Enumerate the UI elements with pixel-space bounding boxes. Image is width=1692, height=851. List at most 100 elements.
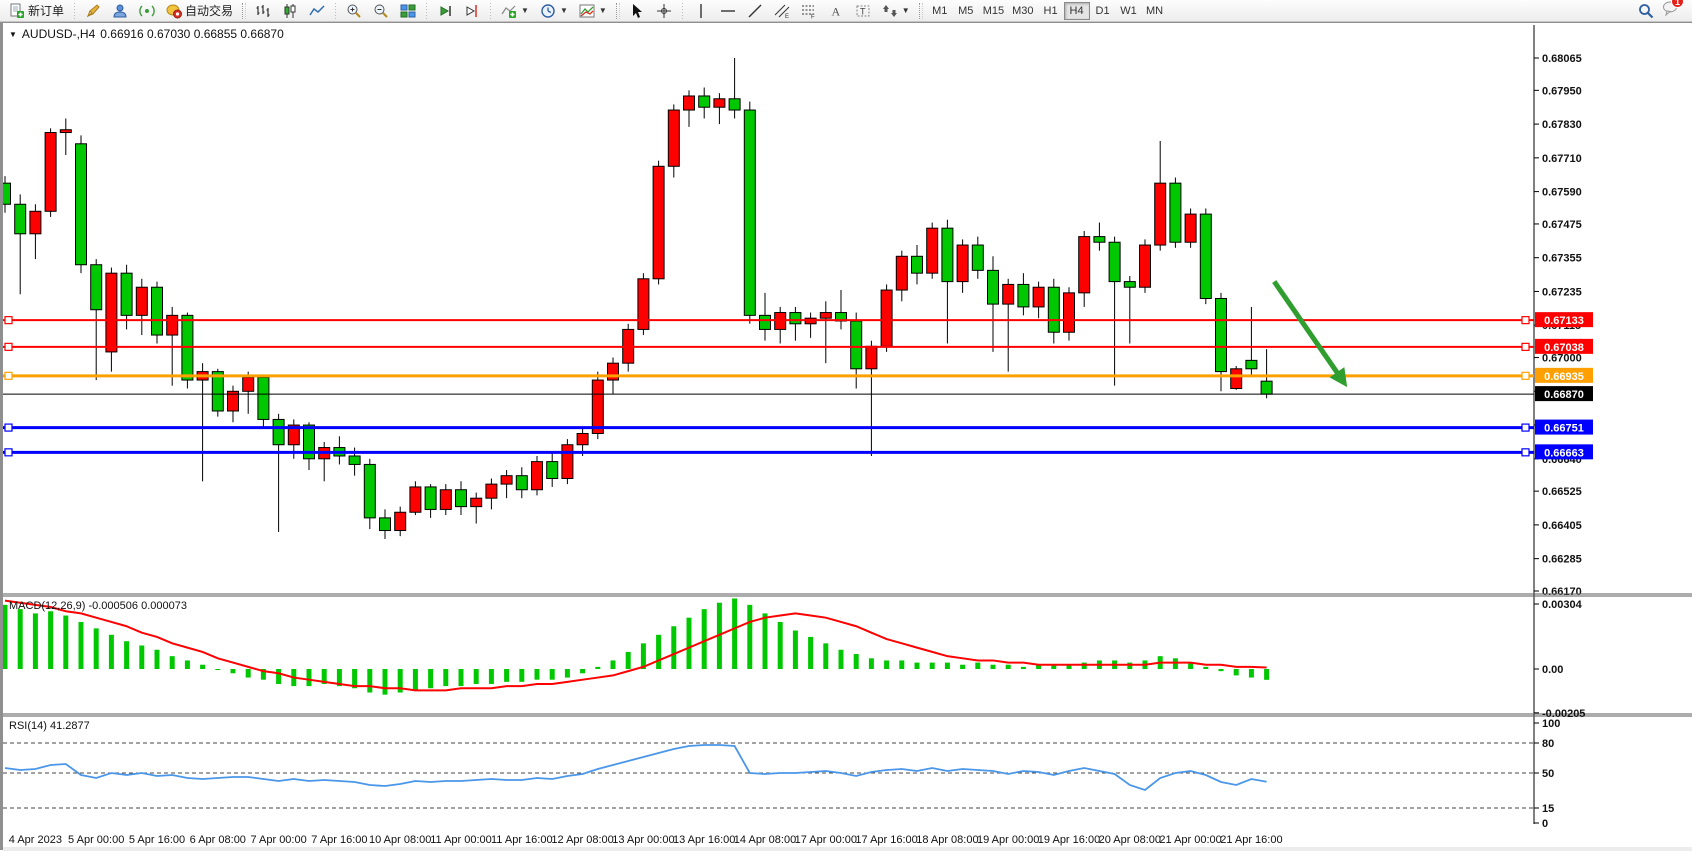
crosshair-tool-button[interactable] [651,1,677,21]
line-handle[interactable] [1522,343,1529,350]
collapse-triangle-icon[interactable]: ▼ [9,30,17,39]
text-icon: A [828,3,844,19]
auto-trading-label: 自动交易 [185,2,233,19]
macd-histogram-bar [383,669,388,695]
candle-bull [927,228,938,273]
candle-bull [577,433,588,444]
price-tick-label: 0.66285 [1542,554,1582,566]
channel-tool-button[interactable]: E [769,1,795,21]
macd-histogram-bar [1219,669,1224,671]
timeframe-M1[interactable]: M1 [927,2,953,20]
window-bottom-strip [3,847,1692,851]
macd-histogram-bar [884,660,889,669]
line-handle[interactable] [1522,424,1529,431]
indicators-button[interactable]: ▼ [496,1,534,21]
line-handle[interactable] [5,424,12,431]
macd-histogram-bar [960,665,965,669]
line-handle[interactable] [5,317,12,324]
chart-shift-button[interactable] [459,1,485,21]
timeframe-M15[interactable]: M15 [979,2,1008,20]
zoom-out-icon [373,3,389,19]
candle-bull [106,273,117,352]
zoom-in-button[interactable] [341,1,367,21]
macd-histogram-bar [945,663,950,669]
time-axis-label: 18 Apr 08:00 [916,834,978,846]
macd-histogram-bar [611,660,616,669]
cursor-tool-button[interactable] [624,1,650,21]
line-handle[interactable] [1522,372,1529,379]
zoom-out-button[interactable] [368,1,394,21]
price-tick-label: 0.67710 [1542,153,1582,165]
toolbar-grip [919,3,923,19]
candle-bull [532,462,543,490]
bar-chart-mode-button[interactable] [250,1,276,21]
search-icon[interactable] [1638,3,1654,19]
auto-scroll-button[interactable] [432,1,458,21]
chart-title: ▼ AUDUSD-,H4 0.66916 0.67030 0.66855 0.6… [9,27,284,41]
candle-bear [364,464,375,517]
timeframe-M5[interactable]: M5 [953,2,979,20]
candle-bear [1018,284,1029,307]
timeframe-H4[interactable]: H4 [1064,2,1090,20]
macd-histogram-bar [565,669,570,678]
new-order-button[interactable]: 新订单 [4,1,69,21]
horizontal-line-tool-button[interactable] [715,1,741,21]
time-axis-label: 11 Apr 16:00 [491,834,553,846]
timeframe-D1[interactable]: D1 [1090,2,1116,20]
price-tick-label: 0.67235 [1542,286,1582,298]
fibonacci-tool-button[interactable]: F [796,1,822,21]
signal-button[interactable] [134,1,160,21]
profile-button[interactable] [107,1,133,21]
candle-bear [1094,237,1105,243]
periods-button[interactable]: ▼ [535,1,573,21]
crayon-tool-button[interactable] [80,1,106,21]
candle-bear [1200,214,1211,298]
toolbar-separator [680,3,685,19]
tile-windows-button[interactable] [395,1,421,21]
line-handle[interactable] [1522,317,1529,324]
radar-signal-icon [139,3,155,19]
line-chart-mode-button[interactable] [304,1,330,21]
templates-button[interactable]: ▼ [574,1,612,21]
price-tick-label: 0.67355 [1542,253,1582,265]
macd-histogram-bar [915,663,920,669]
macd-histogram-bar [808,637,813,669]
arrows-tool-button[interactable]: ▼ [877,1,915,21]
line-handle[interactable] [1522,449,1529,456]
chevron-down-icon: ▼ [902,6,910,15]
timeframe-MN[interactable]: MN [1142,2,1168,20]
candle-bull [45,133,56,212]
auto-scroll-icon [437,3,453,19]
candle-bull [1064,293,1075,332]
timeframe-H1[interactable]: H1 [1038,2,1064,20]
trendline-icon [747,3,763,19]
macd-histogram-bar [489,669,494,684]
label-tool-button[interactable]: T [850,1,876,21]
candlestick-mode-button[interactable] [277,1,303,21]
price-tag-label: 0.66935 [1544,371,1584,383]
arrow-objects-icon [882,3,898,19]
auto-trading-button[interactable]: 自动交易 [161,1,238,21]
line-handle[interactable] [5,372,12,379]
time-axis-label: 20 Apr 08:00 [1099,834,1161,846]
line-chart-icon [309,3,325,19]
trendline-tool-button[interactable] [742,1,768,21]
new-order-icon [9,3,25,19]
notifications-button[interactable]: 1 [1662,0,1678,21]
candle-bear [91,265,102,310]
timeframe-M30[interactable]: M30 [1008,2,1037,20]
line-handle[interactable] [5,449,12,456]
macd-histogram-bar [215,669,220,670]
text-tool-button[interactable]: A [823,1,849,21]
time-axis-label: 19 Apr 16:00 [1038,834,1100,846]
candle-bear [912,256,923,273]
price-tag-label: 0.66870 [1544,389,1584,401]
line-handle[interactable] [5,343,12,350]
price-chart: 0.680650.679500.678300.677100.675900.674… [3,23,1692,851]
macd-histogram-bar [1006,665,1011,669]
chevron-down-icon: ▼ [599,6,607,15]
candle-bear [760,315,771,329]
timeframe-W1[interactable]: W1 [1116,2,1142,20]
vertical-line-tool-button[interactable] [688,1,714,21]
price-tag-label: 0.67038 [1544,342,1584,354]
